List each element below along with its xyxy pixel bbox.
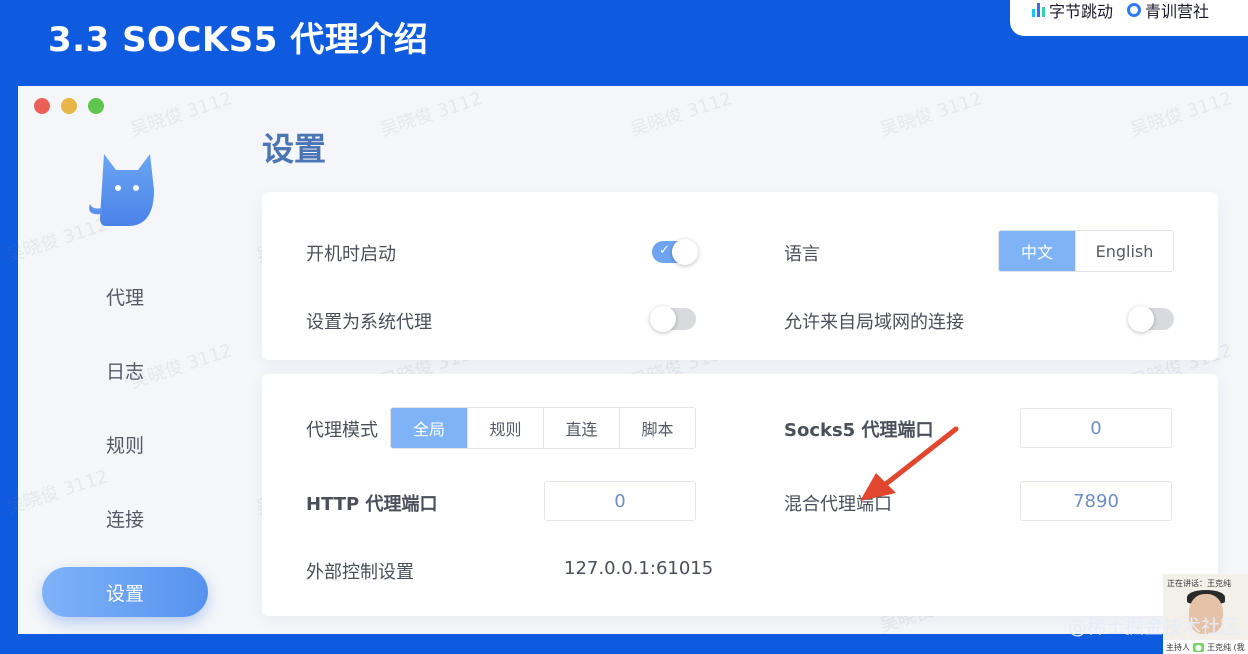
system-proxy-toggle[interactable] <box>650 306 696 332</box>
start-at-login-toggle[interactable]: ✓ <box>652 239 698 265</box>
proxy-settings-card: 代理模式 全局 规则 直连 脚本 Socks5 代理端口 0 HTTP 代理端口… <box>262 374 1218 616</box>
toggle-knob <box>650 306 676 332</box>
page-title: 设置 <box>262 130 327 168</box>
toggle-knob <box>1128 306 1154 332</box>
sidebar-item-logs[interactable]: 日志 <box>42 345 208 395</box>
mode-option-global[interactable]: 全局 <box>391 408 467 448</box>
community-watermark: @稀土掘金技术社区 <box>1068 616 1240 638</box>
brand-bar: 字节跳动 青训营社 <box>1010 0 1248 36</box>
http-port-label: HTTP 代理端口 <box>306 494 438 515</box>
check-icon: ✓ <box>659 243 670 258</box>
sidebar-item-settings[interactable]: 设置 <box>42 567 208 617</box>
annotation-arrow-icon <box>860 426 959 501</box>
sidebar-item-connections[interactable]: 连接 <box>42 493 208 543</box>
language-selector: 中文 English <box>998 230 1174 272</box>
proxy-mode-selector: 全局 规则 直连 脚本 <box>390 407 696 449</box>
watermark: 吴晓俊 3112 <box>877 88 985 141</box>
speaking-indicator: 正在讲话：王克纯 <box>1167 579 1231 588</box>
http-port-input[interactable]: 0 <box>544 481 696 521</box>
host-tag: 主持人 <box>1166 642 1190 652</box>
start-at-login-label: 开机时启动 <box>306 244 396 265</box>
presenter-footer: 主持人 ● 王克纯 (我 <box>1163 640 1248 654</box>
system-proxy-label: 设置为系统代理 <box>306 312 432 333</box>
mixed-port-input[interactable]: 7890 <box>1020 481 1172 521</box>
sidebar-item-proxy[interactable]: 代理 <box>42 271 208 321</box>
mode-option-direct[interactable]: 直连 <box>543 408 619 448</box>
socks5-port-input[interactable]: 0 <box>1020 408 1172 448</box>
external-controller-value[interactable]: 127.0.0.1:61015 <box>564 558 713 579</box>
slide-title: 3.3 SOCKS5 代理介绍 <box>48 20 429 60</box>
watermark: 吴晓俊 3112 <box>377 88 485 141</box>
toggle-knob <box>672 239 698 265</box>
language-option-english[interactable]: English <box>1075 231 1173 271</box>
mode-option-script[interactable]: 脚本 <box>619 408 695 448</box>
external-controller-label: 外部控制设置 <box>306 562 414 583</box>
youthcamp-logo-icon <box>1127 3 1142 17</box>
language-label: 语言 <box>784 244 820 265</box>
presenter-name: 王克纯 (我 <box>1206 642 1245 652</box>
bytedance-brand: 字节跳动 <box>1032 0 1113 22</box>
sidebar-item-rules[interactable]: 规则 <box>42 419 208 469</box>
allow-lan-toggle[interactable] <box>1128 306 1174 332</box>
app-window: 吴晓俊 3112 吴晓俊 3112 吴晓俊 3112 吴晓俊 3112 吴晓俊 … <box>4 86 1248 637</box>
allow-lan-label: 允许来自局域网的连接 <box>784 312 964 333</box>
youthcamp-brand-text: 青训营社 <box>1145 2 1210 21</box>
language-option-chinese[interactable]: 中文 <box>999 231 1075 271</box>
mode-option-rule[interactable]: 规则 <box>467 408 543 448</box>
watermark: 吴晓俊 3112 <box>1127 88 1235 141</box>
sidebar: 代理 日志 规则 连接 设置 <box>18 86 232 634</box>
bytedance-brand-text: 字节跳动 <box>1049 2 1114 21</box>
general-settings-card: 开机时启动 ✓ 设置为系统代理 语言 中文 English 允许来自局域网的连接 <box>262 192 1218 360</box>
clash-cat-logo-icon <box>82 150 166 234</box>
mic-icon: ● <box>1193 642 1204 652</box>
bytedance-logo-icon <box>1032 3 1045 17</box>
proxy-mode-label: 代理模式 <box>306 420 378 441</box>
youthcamp-brand: 青训营社 <box>1127 0 1209 22</box>
watermark: 吴晓俊 3112 <box>627 88 735 141</box>
